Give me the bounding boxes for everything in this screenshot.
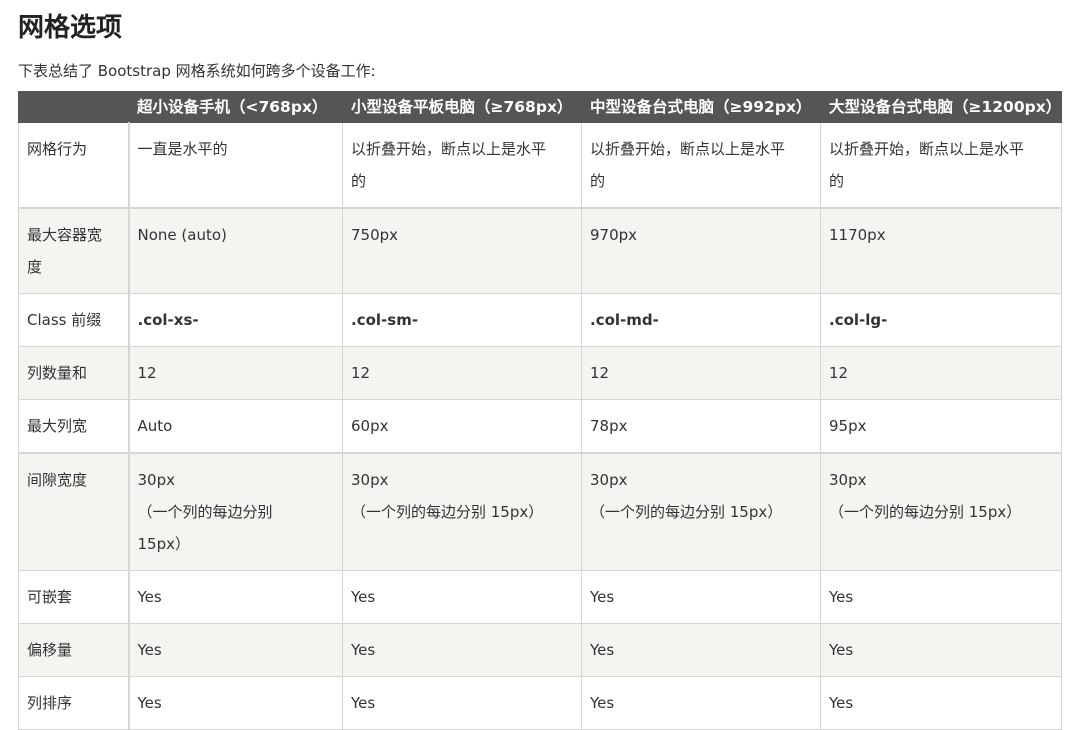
table-header: 超小设备手机（<768px） 小型设备平板电脑（≥768px） 中型设备台式电脑… [18,91,1062,123]
row-label: 可嵌套 [18,570,130,624]
page-title: 网格选项 [18,13,123,43]
table-cell: Yes [342,676,582,730]
table-row: 最大列宽 Auto 60px 78px 95px [18,399,1062,454]
cell-line: 15px） [137,535,191,553]
table-row: 间隙宽度 30px （一个列的每边分别 15px） 30px （一个列的每边分别… [18,452,1062,571]
table-cell: 78px [581,399,821,454]
header-cell-lg: 大型设备台式电脑（≥1200px） [820,91,1062,123]
table-cell: Yes [820,570,1062,624]
cell-line: 的 [590,172,606,190]
table-row: Class 前缀 .col-xs- .col-sm- .col-md- .col… [18,293,1062,347]
table-cell: Yes [820,623,1062,677]
table-cell: Yes [820,676,1062,730]
header-cell-md: 中型设备台式电脑（≥992px） [581,91,821,123]
cell-line: 的 [829,172,845,190]
table-cell: .col-xs- [128,293,343,347]
cell-line: （一个列的每边分别 [137,503,273,521]
table-body: 网格行为 一直是水平的 以折叠开始，断点以上是水平 的 以折叠开始，断点以上是水… [18,122,1062,730]
header-row: 超小设备手机（<768px） 小型设备平板电脑（≥768px） 中型设备台式电脑… [18,91,1062,123]
table-cell: 30px （一个列的每边分别 15px） [820,452,1062,571]
cell-line: （一个列的每边分别 15px） [590,503,783,521]
table-row: 偏移量 Yes Yes Yes Yes [18,623,1062,677]
header-cell-empty [18,91,129,123]
row-label: Class 前缀 [18,293,130,347]
table-cell: 一直是水平的 [128,122,343,209]
table-cell: 970px [581,207,821,294]
table-cell: 60px [342,399,582,454]
table-cell: 以折叠开始，断点以上是水平 的 [342,122,582,209]
row-label: 偏移量 [18,623,130,677]
table-cell: .col-lg- [820,293,1062,347]
table-row: 网格行为 一直是水平的 以折叠开始，断点以上是水平 的 以折叠开始，断点以上是水… [18,122,1062,209]
table-cell: Yes [581,676,821,730]
cell-line: 以折叠开始，断点以上是水平 [351,140,547,158]
row-label: 最大列宽 [18,399,130,454]
table-cell: 12 [342,346,582,400]
cell-line: 30px [590,471,628,489]
table-row: 列数量和 12 12 12 12 [18,346,1062,400]
table-cell: Auto [128,399,343,454]
table-cell: Yes [342,623,582,677]
table-row: 列排序 Yes Yes Yes Yes [18,676,1062,730]
table-cell: 95px [820,399,1062,454]
table-cell: 以折叠开始，断点以上是水平 的 [581,122,821,209]
cell-line: 30px [351,471,389,489]
table-cell: 12 [820,346,1062,400]
cell-line: 以折叠开始，断点以上是水平 [829,140,1025,158]
table-cell: 30px （一个列的每边分别 15px） [581,452,821,571]
table-row: 最大容器宽 度 None (auto) 750px 970px 1170px [18,207,1062,294]
row-label: 网格行为 [18,122,130,209]
row-label: 最大容器宽 度 [18,207,130,294]
table-cell: 12 [581,346,821,400]
cell-line: 30px [829,471,867,489]
table-cell: Yes [128,570,343,624]
table-cell: Yes [581,623,821,677]
row-label: 列排序 [18,676,130,730]
table-cell: 30px （一个列的每边分别 15px） [128,452,343,571]
header-cell-xs: 超小设备手机（<768px） [128,91,343,123]
row-label-line: 度 [27,258,43,276]
grid-options-table: 超小设备手机（<768px） 小型设备平板电脑（≥768px） 中型设备台式电脑… [18,91,1062,730]
table-cell: Yes [128,623,343,677]
table-cell: .col-sm- [342,293,582,347]
table-cell: 以折叠开始，断点以上是水平 的 [820,122,1062,209]
header-cell-sm: 小型设备平板电脑（≥768px） [342,91,582,123]
table-cell: 12 [128,346,343,400]
table-row: 可嵌套 Yes Yes Yes Yes [18,570,1062,624]
cell-line: （一个列的每边分别 15px） [351,503,544,521]
cell-line: （一个列的每边分别 15px） [829,503,1022,521]
cell-line: 以折叠开始，断点以上是水平 [590,140,786,158]
row-label-line: 最大容器宽 [27,226,103,244]
row-label: 间隙宽度 [18,452,130,571]
cell-line: 的 [351,172,367,190]
table-cell: Yes [128,676,343,730]
intro-text: 下表总结了 Bootstrap 网格系统如何跨多个设备工作: [18,62,376,80]
row-label: 列数量和 [18,346,130,400]
table-cell: Yes [581,570,821,624]
table-cell: 1170px [820,207,1062,294]
cell-line: 30px [137,471,176,489]
table-cell: 30px （一个列的每边分别 15px） [342,452,582,571]
table-cell: None (auto) [128,207,343,294]
table-cell: .col-md- [581,293,821,347]
table-cell: 750px [342,207,582,294]
table-cell: Yes [342,570,582,624]
